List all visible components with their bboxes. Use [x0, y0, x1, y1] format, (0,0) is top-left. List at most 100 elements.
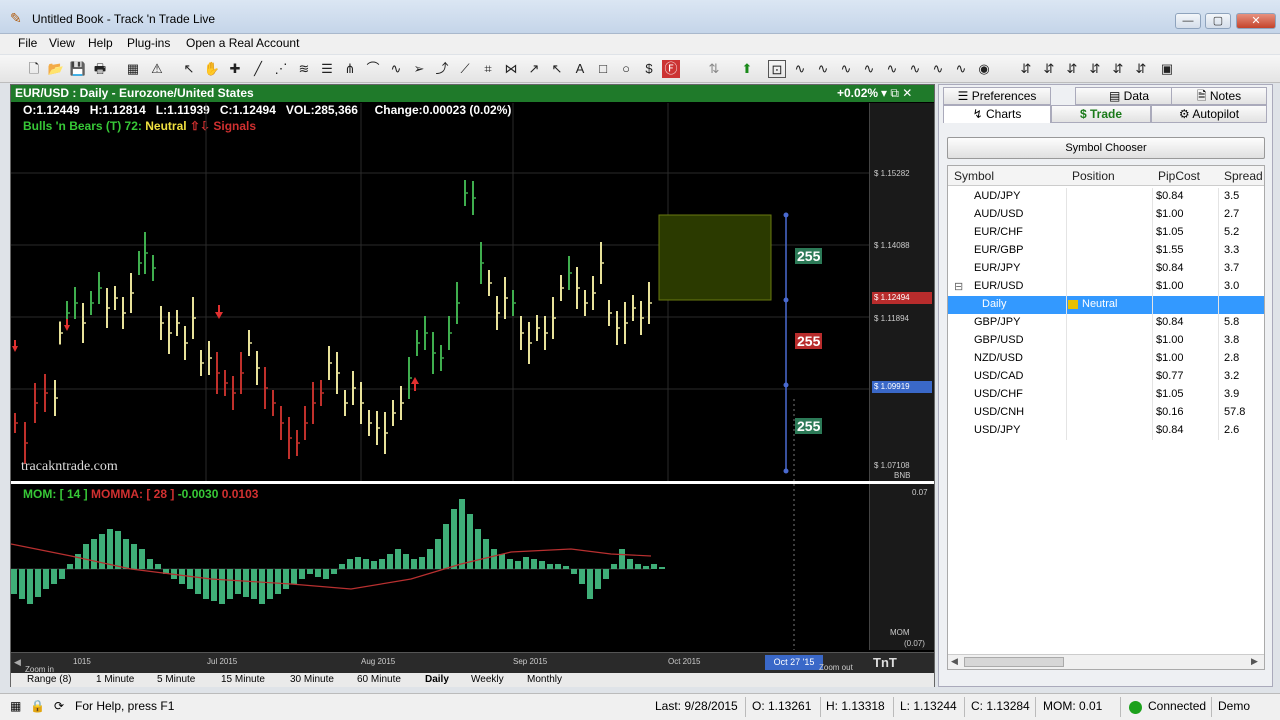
col-spread[interactable]: Spread I [1224, 169, 1264, 183]
tab-autopilot[interactable]: ⚙ Autopilot [1151, 105, 1267, 123]
pointer-icon[interactable]: ↖ [180, 60, 198, 78]
symbol-row[interactable]: EUR/GBP $1.55 3.3 [948, 242, 1264, 260]
scroll-left-icon[interactable]: ◀ [951, 656, 958, 667]
menu-plugins[interactable]: Plug-ins [127, 36, 170, 50]
chart-panel[interactable]: EUR/USD : Daily - Eurozone/United States… [10, 84, 935, 687]
rectangle-icon[interactable]: □ [594, 60, 612, 78]
wave1-icon[interactable]: ∿ [791, 60, 809, 78]
tab-notes[interactable]: 🗎 Notes [1171, 87, 1267, 105]
ellipse-icon[interactable]: ○ [617, 60, 635, 78]
price-axis[interactable]: $ 1.15282 $ 1.14088 $ 1.12494 $ 1.11894 … [869, 103, 934, 481]
price-chart[interactable] [11, 103, 869, 481]
indicator4-icon[interactable]: ⇵ [1086, 60, 1104, 78]
gann-icon[interactable]: ≋ [295, 60, 313, 78]
maximize-button[interactable]: ▢ [1205, 13, 1231, 29]
menu-view[interactable]: View [49, 36, 75, 50]
tree-collapse-icon[interactable]: ⊟ [954, 280, 963, 293]
hand-icon[interactable]: ✋ [203, 60, 221, 78]
alert-icon[interactable]: ⚠ [148, 60, 166, 78]
wave-icon[interactable]: ∿ [387, 60, 405, 78]
symbol-row[interactable]: USD/CNH $0.16 57.8 [948, 404, 1264, 422]
wave5-icon[interactable]: ∿ [883, 60, 901, 78]
symbol-row[interactable]: AUD/JPY $0.84 3.5 [948, 188, 1264, 206]
symbol-row[interactable]: AUD/USD $1.00 2.7 [948, 206, 1264, 224]
risk-reward-box[interactable] [658, 214, 772, 301]
scroll-left-icon[interactable]: ◀ [14, 657, 21, 668]
col-pipcost[interactable]: PipCost [1158, 169, 1200, 183]
scroll-right-icon[interactable]: ▶ [1251, 656, 1258, 667]
channel-icon[interactable]: ☰ [318, 60, 336, 78]
tab-daily[interactable]: Daily [425, 674, 449, 685]
menu-file[interactable]: File [18, 36, 37, 50]
tab-1-minute[interactable]: 1 Minute [96, 674, 134, 685]
pitchfork-icon[interactable]: ⋔ [341, 60, 359, 78]
ray-icon[interactable]: ↗ [525, 60, 543, 78]
indicator5-icon[interactable]: ⇵ [1109, 60, 1127, 78]
close-button[interactable]: ✕ [1236, 13, 1276, 29]
indicator6-icon[interactable]: ⇵ [1132, 60, 1150, 78]
line-icon[interactable]: ╱ [249, 60, 267, 78]
sort-icon[interactable]: ⇅ [705, 60, 723, 78]
open-icon[interactable]: 📂 [47, 60, 65, 78]
zoom-out-button[interactable]: Zoom out [819, 663, 853, 672]
eye-icon[interactable]: ◉ [975, 60, 993, 78]
film-icon[interactable]: ▣ [1158, 60, 1176, 78]
stop-icon[interactable]: Ⓕ [662, 60, 680, 78]
wave8-icon[interactable]: ∿ [952, 60, 970, 78]
new-icon[interactable]: 🗋 [25, 60, 43, 78]
time-axis[interactable]: ◀ Zoom in 1015 Jul 2015 Aug 2015 Sep 201… [11, 652, 934, 674]
indicator1-icon[interactable]: ⇵ [1017, 60, 1035, 78]
menu-help[interactable]: Help [88, 36, 113, 50]
symbol-row[interactable]: USD/CHF $1.05 3.9 [948, 386, 1264, 404]
wave3-icon[interactable]: ∿ [837, 60, 855, 78]
wave4-icon[interactable]: ∿ [860, 60, 878, 78]
horizontal-scrollbar[interactable]: ◀ ▶ [948, 654, 1264, 669]
trend-icon[interactable]: ⤴ [433, 60, 451, 78]
momentum-chart[interactable] [11, 484, 869, 650]
tab-60-minute[interactable]: 60 Minute [357, 674, 401, 685]
symbol-row[interactable]: EUR/CHF $1.05 5.2 [948, 224, 1264, 242]
menu-open-real-account[interactable]: Open a Real Account [186, 36, 299, 50]
symbol-chooser-button[interactable]: Symbol Chooser [947, 137, 1265, 159]
zoom-fit-icon[interactable]: ⊡ [768, 60, 786, 78]
symbol-row[interactable]: NZD/USD $1.00 2.8 [948, 350, 1264, 368]
tab-30-minute[interactable]: 30 Minute [290, 674, 334, 685]
tab-data[interactable]: ▤ Data [1075, 87, 1183, 105]
symbol-row[interactable]: USD/CAD $0.77 3.2 [948, 368, 1264, 386]
tab-monthly[interactable]: Monthly [527, 674, 562, 685]
buy-arrow-icon[interactable]: ⬆ [738, 60, 756, 78]
print-icon[interactable]: 🖶 [91, 60, 109, 78]
layout-icon[interactable]: ▦ [124, 60, 142, 78]
indicator2-icon[interactable]: ⇵ [1040, 60, 1058, 78]
minimize-button[interactable]: — [1175, 13, 1201, 29]
tab-5-minute[interactable]: 5 Minute [157, 674, 195, 685]
text-icon[interactable]: A [571, 60, 589, 78]
scroll-thumb[interactable] [964, 657, 1064, 667]
dollar-icon[interactable]: $ [640, 60, 658, 78]
wave7-icon[interactable]: ∿ [929, 60, 947, 78]
symbol-row[interactable]: USD/JPY $0.84 2.6 [948, 422, 1264, 440]
symbol-row[interactable]: EUR/USD $1.00 3.0 ⊟ [948, 278, 1264, 296]
tab-trade[interactable]: $ Trade [1051, 105, 1151, 123]
symbol-row[interactable]: EUR/JPY $0.84 3.7 [948, 260, 1264, 278]
tab-charts[interactable]: ↯ Charts [943, 105, 1051, 123]
arrow-icon[interactable]: ➢ [410, 60, 428, 78]
zigzag-icon[interactable]: ⟋ [456, 60, 474, 78]
symbol-row[interactable]: GBP/USD $1.00 3.8 [948, 332, 1264, 350]
tab-range[interactable]: Range (8) [27, 674, 71, 685]
save-icon[interactable]: 💾 [69, 60, 87, 78]
cycles-icon[interactable]: ⋈ [502, 60, 520, 78]
arc-icon[interactable]: ⌒ [364, 60, 382, 78]
tab-15-minute[interactable]: 15 Minute [221, 674, 265, 685]
arrow-tool-icon[interactable]: ↖ [548, 60, 566, 78]
crosshair-icon[interactable]: ✚ [226, 60, 244, 78]
fibonacci-icon[interactable]: ⋰ [272, 60, 290, 78]
bracket-icon[interactable]: ⌗ [479, 60, 497, 78]
indicator3-icon[interactable]: ⇵ [1063, 60, 1081, 78]
chart-window-controls-icon[interactable]: ▾ ⧉ ✕ [881, 86, 912, 101]
col-position[interactable]: Position [1072, 169, 1115, 183]
col-symbol[interactable]: Symbol [954, 169, 994, 183]
tab-weekly[interactable]: Weekly [471, 674, 504, 685]
symbol-row[interactable]: GBP/JPY $0.84 5.8 [948, 314, 1264, 332]
tab-preferences[interactable]: ☰ Preferences [943, 87, 1051, 105]
